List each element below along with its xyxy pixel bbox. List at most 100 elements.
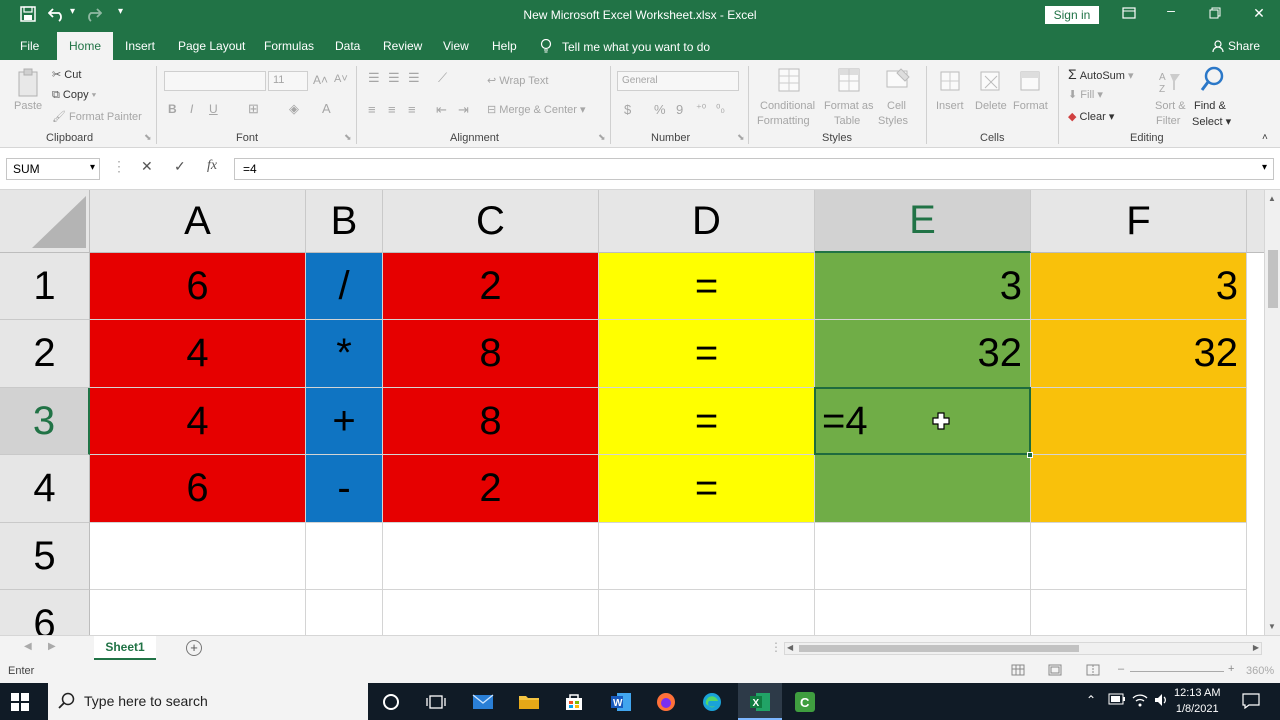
scroll-down-icon[interactable]: ▼	[1268, 622, 1276, 631]
conditional-formatting-icon[interactable]	[776, 66, 804, 96]
cell-c1[interactable]: 2	[383, 253, 599, 320]
bold-button[interactable]: B	[168, 102, 177, 116]
tab-home[interactable]: Home	[57, 32, 114, 60]
align-middle-icon[interactable]: ☰	[388, 70, 400, 86]
cell-e1[interactable]: 3	[815, 253, 1031, 320]
sign-in-button[interactable]: Sign in	[1045, 6, 1099, 24]
cell-f4[interactable]	[1031, 455, 1247, 523]
row-header-6[interactable]: 6	[0, 590, 90, 635]
cell-c2[interactable]: 8	[383, 320, 599, 388]
borders-icon[interactable]: ⊞	[248, 101, 259, 117]
insert-function-icon[interactable]: fx	[207, 158, 217, 174]
tab-split-handle-icon[interactable]: ⋮	[770, 640, 782, 654]
cell-b3[interactable]: +	[306, 388, 383, 455]
confirm-entry-icon[interactable]: ✓	[174, 158, 186, 175]
cell-d1[interactable]: =	[599, 253, 815, 320]
paste-label[interactable]: Paste	[14, 100, 42, 112]
edge-icon[interactable]	[698, 688, 726, 716]
tab-view[interactable]: View	[443, 39, 469, 53]
horizontal-scroll-thumb[interactable]	[799, 645, 1079, 652]
number-launcher-icon[interactable]: ⬊	[737, 132, 745, 143]
row-header-4[interactable]: 4	[0, 455, 90, 523]
column-header-f[interactable]: F	[1031, 190, 1247, 253]
column-header-e[interactable]: E	[815, 190, 1031, 253]
cortana-icon[interactable]	[377, 688, 405, 716]
cell-b4[interactable]: -	[306, 455, 383, 523]
normal-view-icon[interactable]	[1011, 664, 1025, 679]
cell-d2[interactable]: =	[599, 320, 815, 388]
cell-d6[interactable]	[599, 590, 815, 635]
name-box[interactable]: SUM ▾	[6, 158, 100, 180]
column-header-c[interactable]: C	[383, 190, 599, 253]
cell-e4[interactable]	[815, 455, 1031, 523]
minimize-icon[interactable]: –	[1156, 2, 1186, 18]
formula-input[interactable]: =4 ▾	[234, 158, 1274, 180]
firefox-icon[interactable]	[652, 688, 680, 716]
wrap-text-button[interactable]: ↩ Wrap Text	[487, 74, 548, 87]
cell-e3-active[interactable]: =4	[814, 387, 1031, 455]
cell-d4[interactable]: =	[599, 455, 815, 523]
prev-sheet-icon[interactable]: ◀	[24, 641, 32, 652]
increase-indent-icon[interactable]: ⇥	[458, 102, 469, 118]
fill-handle[interactable]	[1027, 452, 1033, 458]
cell-b2[interactable]: *	[306, 320, 383, 388]
scroll-up-icon[interactable]: ▲	[1268, 194, 1276, 203]
tab-review[interactable]: Review	[383, 39, 422, 53]
tray-overflow-icon[interactable]: ⌃	[1086, 693, 1096, 707]
format-as-table-icon[interactable]	[836, 66, 864, 96]
find-select-label-2[interactable]: Select ▾	[1192, 115, 1231, 128]
zoom-out-icon[interactable]: –	[1118, 663, 1124, 675]
column-header-g[interactable]	[1247, 190, 1264, 253]
cell-styles-label-2[interactable]: Styles	[878, 115, 908, 127]
align-right-icon[interactable]: ≡	[408, 102, 416, 117]
page-layout-view-icon[interactable]	[1048, 664, 1062, 679]
next-sheet-icon[interactable]: ▶	[48, 641, 56, 652]
notifications-icon[interactable]	[1242, 693, 1260, 712]
scroll-right-icon[interactable]: ▶	[1253, 643, 1259, 652]
zoom-slider[interactable]	[1130, 671, 1224, 672]
mail-icon[interactable]	[469, 688, 497, 716]
zoom-in-icon[interactable]: +	[1228, 663, 1234, 675]
tab-formulas[interactable]: Formulas	[264, 39, 314, 53]
italic-button[interactable]: I	[190, 102, 193, 116]
cell-c4[interactable]: 2	[383, 455, 599, 523]
camtasia-icon[interactable]: C	[791, 688, 819, 716]
scroll-left-icon[interactable]: ◀	[787, 643, 793, 652]
cell-a4[interactable]: 6	[90, 455, 306, 523]
page-break-view-icon[interactable]	[1086, 664, 1100, 679]
insert-cells-icon[interactable]	[936, 66, 964, 96]
fill-button[interactable]: ⬇ Fill ▾	[1068, 88, 1103, 101]
cell-b1[interactable]: /	[306, 253, 383, 320]
column-header-b[interactable]: B	[306, 190, 383, 253]
windows-start-icon[interactable]	[9, 691, 31, 713]
cell-styles-label-1[interactable]: Cell	[887, 100, 906, 112]
horizontal-scrollbar[interactable]: ◀ ▶	[784, 642, 1262, 655]
tab-insert[interactable]: Insert	[125, 39, 155, 53]
insert-cells-label[interactable]: Insert	[936, 100, 964, 112]
cell-f1[interactable]: 3	[1031, 253, 1247, 320]
ribbon-display-options-icon[interactable]	[1114, 6, 1144, 22]
format-painter-button[interactable]: 🖌 Format Painter	[52, 110, 142, 123]
zoom-level[interactable]: 360%	[1246, 665, 1274, 677]
delete-cells-label[interactable]: Delete	[975, 100, 1007, 112]
column-header-a[interactable]: A	[90, 190, 306, 253]
file-explorer-icon[interactable]	[515, 688, 543, 716]
decrease-decimal-icon[interactable]: ⁰₀	[716, 102, 725, 115]
tab-help[interactable]: Help	[492, 39, 517, 53]
cell-b5[interactable]	[306, 523, 383, 590]
name-box-dropdown-icon[interactable]: ▾	[90, 162, 95, 173]
increase-decimal-icon[interactable]: ⁺⁰	[696, 102, 706, 115]
taskbar-search[interactable]: Type here to search	[48, 683, 368, 720]
wifi-icon[interactable]	[1132, 693, 1148, 710]
excel-taskbar-button[interactable]: X	[738, 683, 782, 720]
find-select-label-1[interactable]: Find &	[1194, 100, 1226, 112]
align-center-icon[interactable]: ≡	[388, 102, 396, 117]
paste-icon[interactable]	[16, 68, 42, 98]
format-cells-icon[interactable]	[1016, 66, 1044, 96]
percent-button[interactable]: %	[654, 102, 666, 117]
row-header-1[interactable]: 1	[0, 253, 90, 320]
clipboard-launcher-icon[interactable]: ⬊	[144, 132, 152, 143]
cell-d3[interactable]: =	[599, 388, 815, 455]
share-button[interactable]: Share	[1212, 39, 1260, 55]
select-all-button[interactable]	[0, 190, 90, 253]
